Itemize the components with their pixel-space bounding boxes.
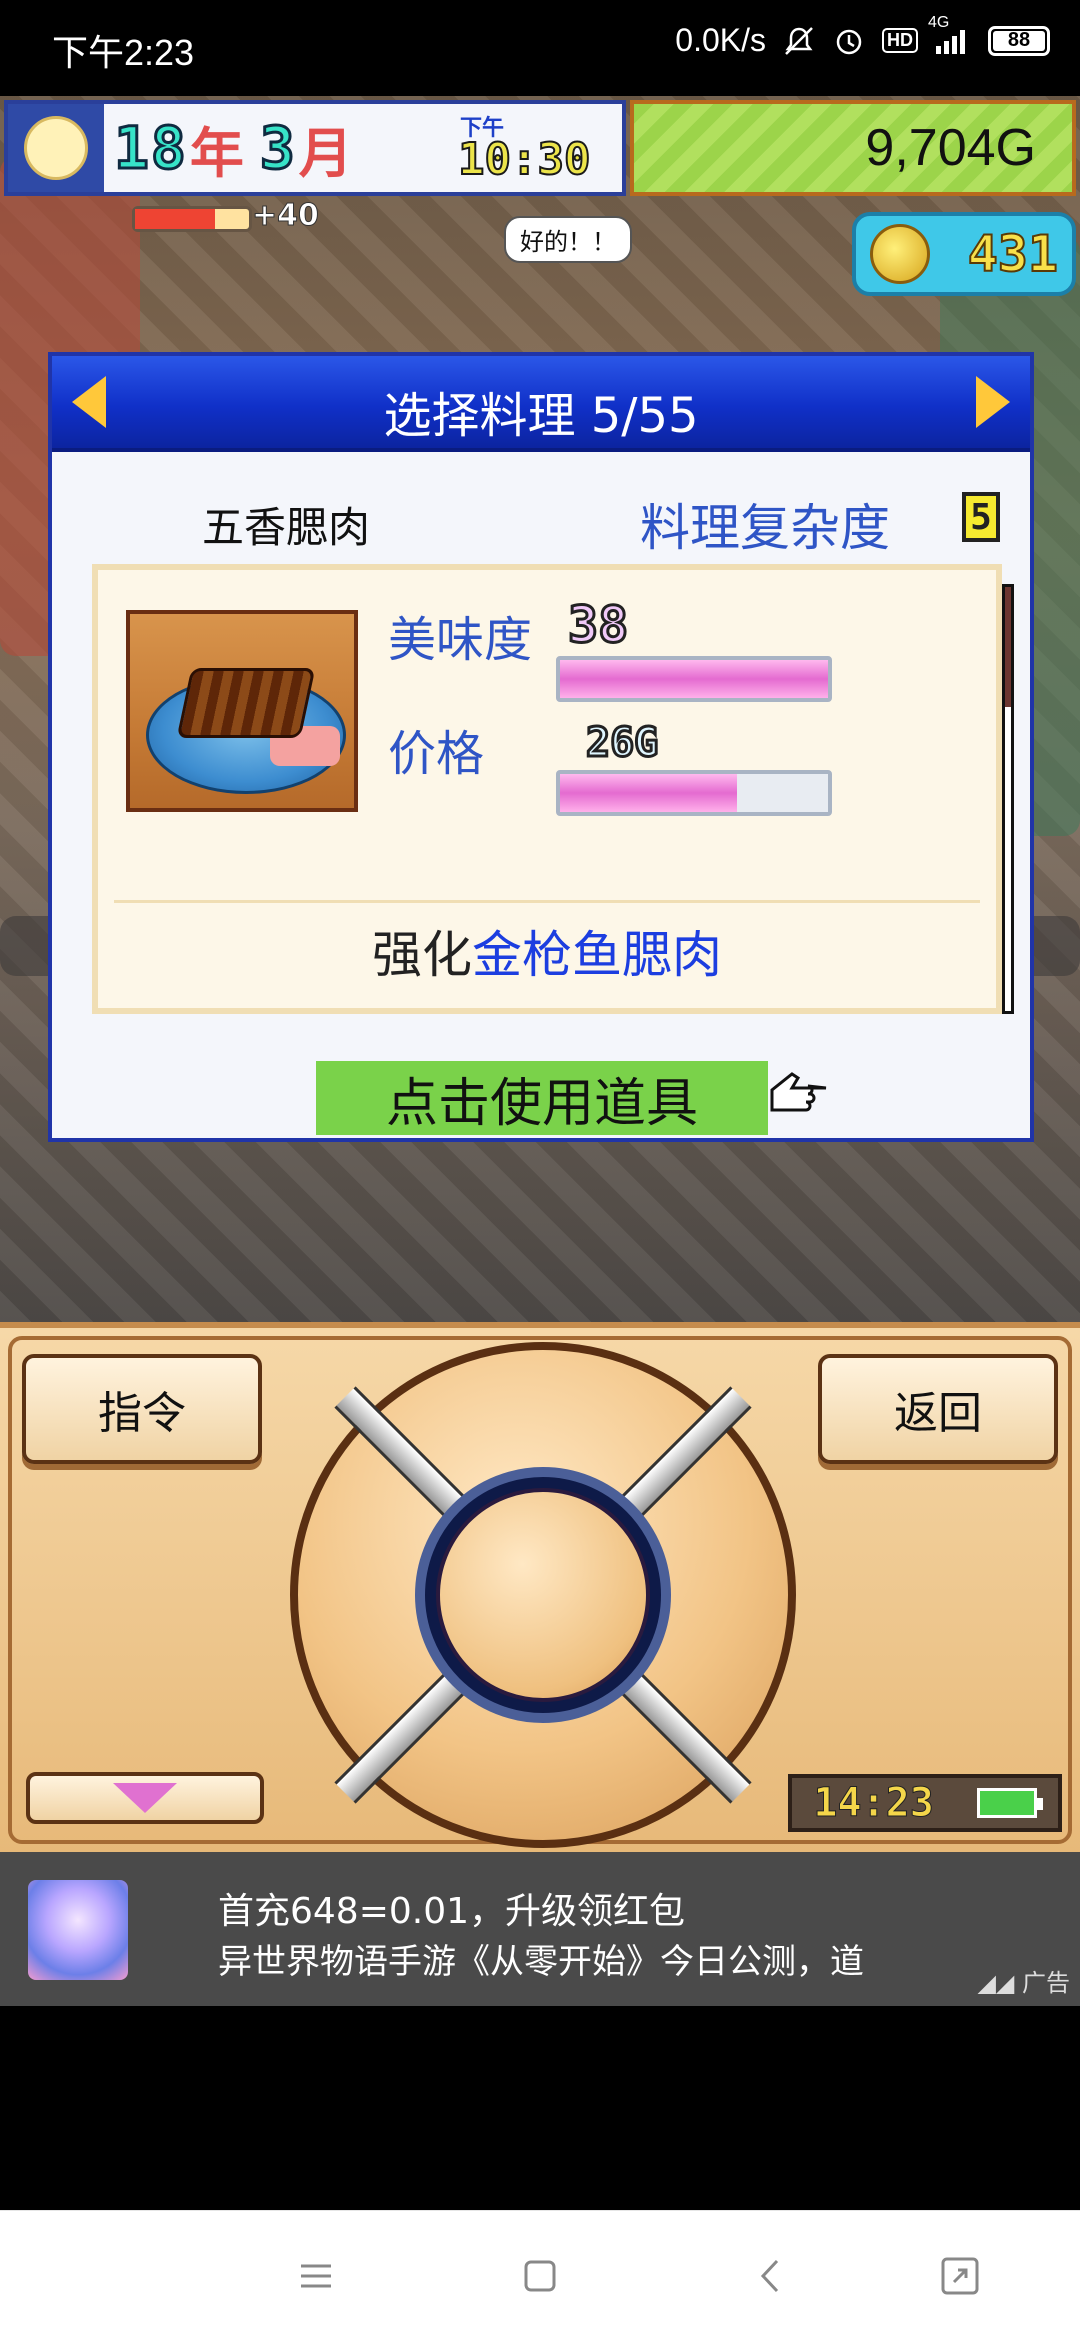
price-value: 26G (584, 719, 659, 768)
network-type: 4G (928, 13, 950, 31)
status-time: 下午2:23 (52, 32, 195, 73)
price-bar-fill (560, 774, 737, 812)
dpad-center-button[interactable] (436, 1488, 650, 1702)
enhance-line: 强化金枪鱼腮肉 (114, 900, 980, 984)
coin-panel[interactable]: 431 (852, 212, 1076, 296)
use-item-button[interactable]: 点击使用道具 (316, 1061, 768, 1135)
dish-card: 美味度 38 价格 26G 强化金枪鱼腮肉 (92, 564, 1002, 1014)
status-bar: 下午2:23 0.0K/s HD 4G 88 (0, 0, 1080, 96)
enhance-prefix: 强化 (372, 926, 472, 984)
taste-bar-fill (560, 660, 828, 698)
money-panel: 9,704G (630, 100, 1076, 196)
screenshot-icon[interactable] (930, 2251, 990, 2301)
dish-select-dialog: 选择料理 5/55 五香腮肉 料理复杂度 5 美味度 38 价格 26G 强化金… (48, 352, 1034, 1142)
ad-logo-icon: ◢◢ (977, 1969, 1022, 1997)
price-bar (556, 770, 832, 816)
net-speed: 0.0K/s (675, 22, 766, 58)
complexity-label: 料理复杂度 (640, 499, 890, 557)
menu-icon[interactable] (286, 2251, 346, 2301)
battery-level: 88 (993, 29, 1045, 51)
game-clock: 10:30 (457, 133, 591, 186)
taste-label: 美味度 (388, 612, 533, 668)
dish-image (126, 610, 358, 812)
ad-tag: ◢◢ 广告 (977, 1969, 1070, 1997)
dialog-title: 选择料理 5/55 (383, 388, 699, 444)
dialog-scrollbar[interactable] (1002, 584, 1014, 1014)
next-arrow-icon[interactable] (976, 376, 1010, 428)
sp-bonus: +40 (252, 198, 320, 234)
month-unit: 月 (298, 121, 353, 185)
device-clock: 14:23 (788, 1774, 1062, 1832)
home-icon[interactable] (510, 2251, 570, 2301)
money-value: 9,704G (865, 119, 1036, 177)
battery-icon: 88 (988, 25, 1050, 56)
speech-bubble: 好的！！ (504, 216, 632, 263)
hd-icon: HD (882, 28, 918, 53)
back-button[interactable]: 返回 (818, 1354, 1058, 1464)
year-value: 18 (113, 113, 188, 184)
empty-area (0, 2006, 1080, 2210)
status-icons: 0.0K/s HD 4G 88 (675, 14, 1050, 59)
dpad[interactable] (290, 1342, 796, 1848)
taste-bar (556, 656, 832, 702)
taste-value: 38 (566, 595, 629, 656)
dish-name: 五香腮肉 (202, 503, 371, 552)
month-value: 3 (258, 113, 297, 184)
enhance-item: 金枪鱼腮肉 (472, 926, 722, 984)
dialog-header: 选择料理 5/55 (52, 356, 1030, 452)
ad-title: 首充648=0.01，升级领红包 (218, 1891, 686, 1932)
price-label: 价格 (388, 726, 485, 782)
controller-panel: 指令 返回 14:23 (0, 1322, 1080, 1852)
navigation-bar (0, 2210, 1080, 2340)
back-icon[interactable] (740, 2251, 800, 2301)
menu-down-button[interactable] (26, 1772, 264, 1824)
coin-icon (870, 224, 930, 284)
mute-icon (782, 24, 816, 58)
year-unit: 年 (189, 121, 244, 185)
ad-description: 异世界物语手游《从零开始》今日公测，道 (218, 1942, 864, 1982)
battery-full-icon (976, 1788, 1043, 1818)
alarm-icon (832, 24, 866, 58)
moon-icon (8, 104, 104, 192)
pointing-hand-icon (770, 1072, 827, 1112)
complexity-value: 5 (962, 492, 1000, 542)
signal-icon: 4G (928, 14, 972, 56)
triangle-down-icon (113, 1783, 177, 1813)
ad-banner[interactable]: 首充648=0.01，升级领红包 异世界物语手游《从零开始》今日公测，道 ◢◢ … (0, 1852, 1080, 2006)
date-panel: 18 年 3 月 下午 10:30 (4, 100, 626, 196)
coin-value: 431 (967, 224, 1059, 284)
sp-gauge (132, 206, 252, 232)
device-clock-time: 14:23 (813, 1780, 934, 1827)
ad-image[interactable] (28, 1880, 128, 1980)
command-button[interactable]: 指令 (22, 1354, 262, 1464)
